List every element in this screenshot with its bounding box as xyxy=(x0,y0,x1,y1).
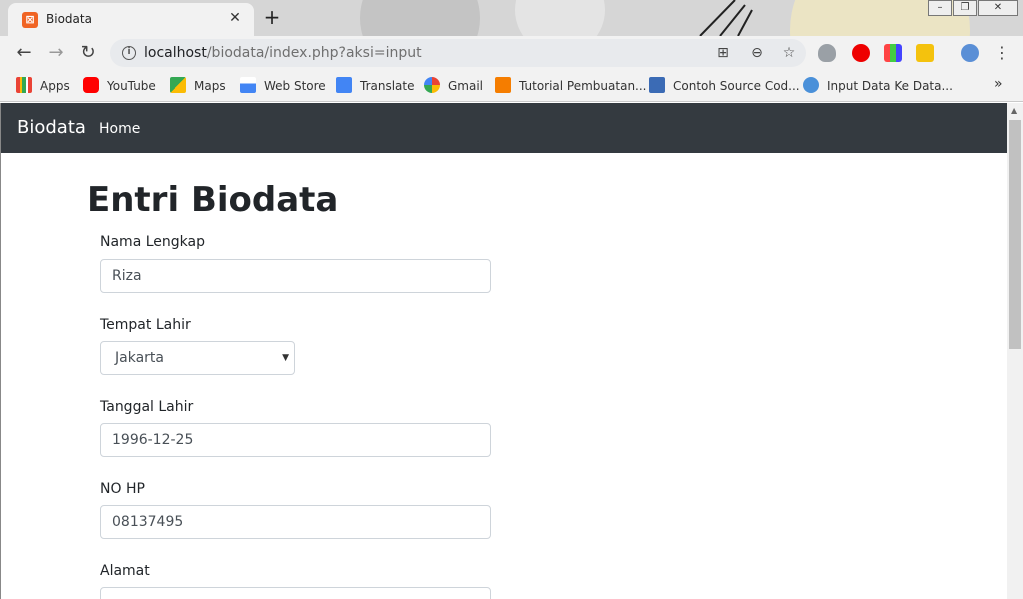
bookmarks-bar: Apps YouTube Maps Web Store Translate Gm… xyxy=(0,70,1023,102)
google-icon xyxy=(424,77,440,93)
alamat-label: Alamat xyxy=(100,563,150,579)
bookmark-input-data[interactable]: Input Data Ke Data... xyxy=(803,77,953,95)
browser-tab[interactable]: ⊠ Biodata ✕ xyxy=(8,3,254,36)
tempat-lahir-selected: Jakarta xyxy=(115,350,164,366)
no-hp-label: NO HP xyxy=(100,481,145,497)
chevron-down-icon: ▼ xyxy=(282,353,289,363)
webstore-icon xyxy=(240,77,256,93)
bookmark-maps[interactable]: Maps xyxy=(170,77,226,95)
bookmark-tutorial[interactable]: Tutorial Pembuatan... xyxy=(495,77,647,95)
bookmark-youtube[interactable]: YouTube xyxy=(83,77,156,95)
apps-grid-icon xyxy=(16,77,32,93)
navbar: Biodata Home xyxy=(1,103,1007,153)
no-hp-input[interactable]: 08137495 xyxy=(100,505,491,539)
browser-titlebar: ⊠ Biodata ✕ + – ❐ ✕ xyxy=(0,0,1023,36)
zoom-icon[interactable]: ⊖ xyxy=(748,44,766,62)
navbar-brand[interactable]: Biodata xyxy=(17,117,86,138)
nama-lengkap-input[interactable]: Riza xyxy=(100,259,491,293)
youtube-icon xyxy=(83,77,99,93)
close-tab-icon[interactable]: ✕ xyxy=(226,9,244,27)
tempat-lahir-label: Tempat Lahir xyxy=(100,317,191,333)
bookmark-gmail[interactable]: Gmail xyxy=(424,77,483,95)
blogger-icon xyxy=(495,77,511,93)
xampp-icon: ⊠ xyxy=(22,12,38,28)
adblock-extension-icon[interactable] xyxy=(852,44,870,62)
new-tab-icon[interactable]: + xyxy=(262,7,282,27)
page-title: Entri Biodata xyxy=(87,180,339,220)
profile-avatar-icon[interactable] xyxy=(961,44,979,62)
translate-icon xyxy=(336,77,352,93)
tanggal-lahir-label: Tanggal Lahir xyxy=(100,399,194,415)
scrollbar-thumb[interactable] xyxy=(1009,120,1021,349)
nav-link-home[interactable]: Home xyxy=(99,121,140,137)
translate-page-icon[interactable]: ⊞ xyxy=(714,44,732,62)
bookmark-source-code[interactable]: Contoh Source Cod... xyxy=(649,77,800,95)
back-icon[interactable]: ← xyxy=(12,41,36,65)
tanggal-lahir-input[interactable]: 1996-12-25 xyxy=(100,423,491,457)
link-icon xyxy=(803,77,819,93)
page-viewport: Biodata Home Entri Biodata Nama Lengkap … xyxy=(0,103,1007,599)
2048-extension-icon[interactable] xyxy=(916,44,934,62)
colorful-extension-icon[interactable] xyxy=(884,44,902,62)
menu-kebab-icon[interactable]: ⋮ xyxy=(990,41,1014,65)
tempat-lahir-select[interactable]: Jakarta ▼ xyxy=(100,341,295,375)
more-bookmarks-icon[interactable]: » xyxy=(994,76,1003,92)
browser-toolbar: ← → ↻ i localhost/biodata/index.php?aksi… xyxy=(0,36,1023,70)
bookmark-translate[interactable]: Translate xyxy=(336,77,415,95)
bookmark-star-icon[interactable]: ☆ xyxy=(780,44,798,62)
alamat-input[interactable] xyxy=(100,587,491,599)
shield-extension-icon[interactable] xyxy=(818,44,836,62)
close-window-button[interactable]: ✕ xyxy=(978,0,1018,16)
address-bar[interactable]: i localhost/biodata/index.php?aksi=input… xyxy=(110,39,806,67)
page-scrollbar[interactable]: ▲ xyxy=(1007,103,1023,599)
minimize-window-button[interactable]: – xyxy=(928,0,952,16)
forward-icon[interactable]: → xyxy=(44,41,68,65)
reload-icon[interactable]: ↻ xyxy=(76,41,100,65)
nama-lengkap-label: Nama Lengkap xyxy=(100,234,205,250)
url-text[interactable]: localhost/biodata/index.php?aksi=input xyxy=(144,45,422,61)
scroll-up-icon[interactable]: ▲ xyxy=(1011,106,1017,115)
maps-icon xyxy=(170,77,186,93)
site-info-icon[interactable]: i xyxy=(122,46,136,60)
restore-window-button[interactable]: ❐ xyxy=(953,0,977,16)
kmw-icon xyxy=(649,77,665,93)
tab-title: Biodata xyxy=(46,12,92,26)
bookmark-apps[interactable]: Apps xyxy=(16,77,70,95)
bookmark-web-store[interactable]: Web Store xyxy=(240,77,326,95)
